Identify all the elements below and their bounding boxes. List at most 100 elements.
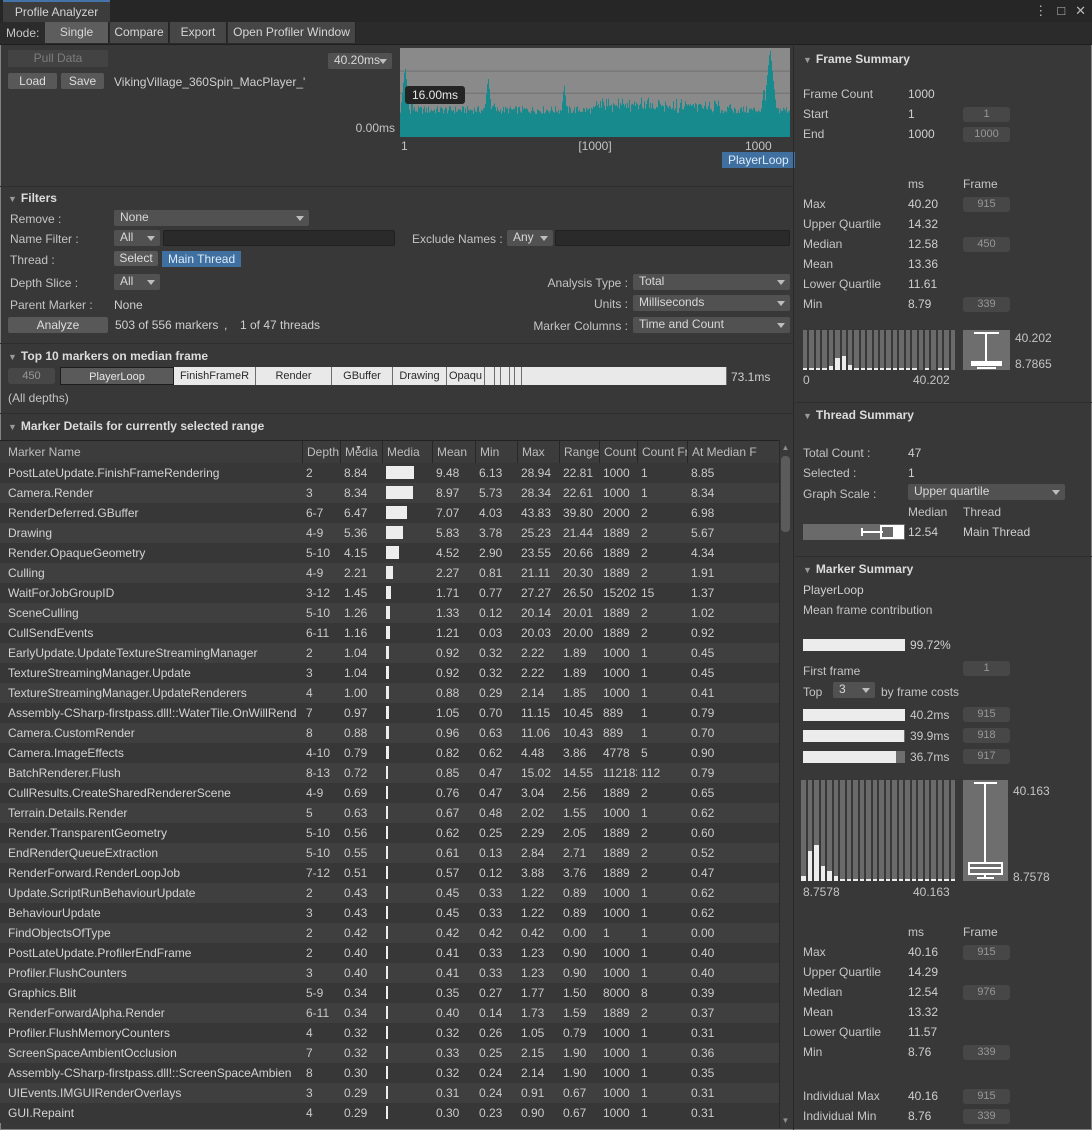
column-header[interactable]: Max: [517, 441, 559, 463]
marker-table-header[interactable]: Marker NameDepthMedia▼MediaMeanMinMaxRan…: [0, 440, 779, 464]
frame-badge[interactable]: 450: [963, 237, 1010, 252]
mode-export-button[interactable]: Export: [170, 22, 227, 43]
table-row[interactable]: Render.OpaqueGeometry5-104.154.522.9023.…: [0, 543, 779, 563]
units-dropdown[interactable]: Milliseconds: [633, 295, 790, 311]
remove-dropdown[interactable]: None: [114, 210, 309, 226]
table-row[interactable]: GUI.Repaint40.290.300.230.900.67100010.3…: [0, 1103, 779, 1123]
scrollbar-thumb[interactable]: [781, 456, 790, 532]
thread-name[interactable]: Main Thread: [963, 525, 1030, 539]
top10-segment[interactable]: GBuffer: [332, 367, 393, 385]
table-row[interactable]: Terrain.Details.Render50.630.670.482.021…: [0, 803, 779, 823]
table-row[interactable]: TextureStreamingManager.Update31.040.920…: [0, 663, 779, 683]
kebab-menu-icon[interactable]: ⋮: [1034, 3, 1047, 19]
frame-summary-header[interactable]: ▼Frame Summary: [803, 52, 910, 66]
frame-badge[interactable]: 917: [963, 749, 1010, 764]
top10-segment[interactable]: Drawing: [393, 367, 447, 385]
table-row[interactable]: UIEvents.IMGUIRenderOverlays30.290.310.2…: [0, 1083, 779, 1103]
graph-scale-dropdown[interactable]: Upper quartile: [908, 484, 1065, 500]
frame-badge[interactable]: 339: [963, 1045, 1010, 1060]
table-row[interactable]: FindObjectsOfType20.420.420.420.420.0011…: [0, 923, 779, 943]
column-header[interactable]: Marker Name: [0, 441, 302, 463]
table-row[interactable]: PostLateUpdate.FinishFrameRendering28.84…: [0, 463, 779, 483]
table-row[interactable]: Culling4-92.212.270.8121.1120.30188921.9…: [0, 563, 779, 583]
thread-range-graph[interactable]: [803, 524, 905, 540]
frame-badge[interactable]: 976: [963, 985, 1010, 1000]
table-row[interactable]: Camera.Render38.348.975.7328.3422.611000…: [0, 483, 779, 503]
top10-segment[interactable]: Opaqu: [447, 367, 485, 385]
frame-badge[interactable]: 1000: [963, 127, 1010, 142]
top10-segment[interactable]: PlayerLoop: [60, 367, 174, 385]
table-row[interactable]: RenderDeferred.GBuffer6-76.477.074.0343.…: [0, 503, 779, 523]
frame-badge[interactable]: 915: [963, 707, 1010, 722]
first-frame-badge[interactable]: 1: [963, 661, 1010, 676]
name-filter-input[interactable]: [163, 230, 395, 246]
table-row[interactable]: SceneCulling5-101.261.330.1220.1420.0118…: [0, 603, 779, 623]
table-row[interactable]: RenderForward.RenderLoopJob7-120.510.570…: [0, 863, 779, 883]
column-header[interactable]: Count: [599, 441, 637, 463]
table-row[interactable]: PostLateUpdate.ProfilerEndFrame20.400.41…: [0, 943, 779, 963]
column-header[interactable]: Min: [475, 441, 517, 463]
chart-selection-tag[interactable]: PlayerLoop: [722, 152, 795, 168]
close-icon[interactable]: ✕: [1075, 3, 1086, 19]
column-header[interactable]: Mean: [432, 441, 475, 463]
table-row[interactable]: EarlyUpdate.UpdateTextureStreamingManage…: [0, 643, 779, 663]
table-row[interactable]: Camera.ImageEffects4-100.790.820.624.483…: [0, 743, 779, 763]
frame-badge[interactable]: 1: [963, 107, 1010, 122]
column-header[interactable]: Count Fra: [637, 441, 687, 463]
table-row[interactable]: Drawing4-95.365.833.7825.2321.44188925.6…: [0, 523, 779, 543]
table-row[interactable]: Update.ScriptRunBehaviourUpdate20.430.45…: [0, 883, 779, 903]
mode-compare-button[interactable]: Compare: [110, 22, 169, 43]
scroll-up-icon[interactable]: ▲: [779, 443, 792, 452]
frame-time-histogram[interactable]: [803, 330, 955, 370]
save-button[interactable]: Save: [61, 73, 104, 89]
name-filter-mode-dropdown[interactable]: All: [114, 230, 160, 246]
marker-columns-dropdown[interactable]: Time and Count: [633, 317, 790, 333]
table-row[interactable]: Camera.CustomRender80.880.960.6311.0610.…: [0, 723, 779, 743]
marker-details-header[interactable]: ▼Marker Details for currently selected r…: [8, 419, 264, 433]
filters-section-header[interactable]: ▼Filters: [8, 191, 57, 205]
table-row[interactable]: EndRenderQueueExtraction5-100.550.610.13…: [0, 843, 779, 863]
top10-section-header[interactable]: ▼Top 10 markers on median frame: [8, 349, 208, 363]
table-row[interactable]: Assembly-CSharp-firstpass.dll!::ScreenSp…: [0, 1063, 779, 1083]
thread-summary-header[interactable]: ▼Thread Summary: [803, 408, 914, 422]
column-header[interactable]: Media: [382, 441, 432, 463]
top10-segment[interactable]: [515, 367, 522, 385]
column-header[interactable]: Depth: [302, 441, 340, 463]
column-header[interactable]: Range: [559, 441, 599, 463]
table-row[interactable]: WaitForJobGroupID3-121.451.710.7727.2726…: [0, 583, 779, 603]
tab-profile-analyzer[interactable]: Profile Analyzer: [3, 0, 110, 24]
top10-segment[interactable]: [522, 367, 727, 385]
analyze-button[interactable]: Analyze: [8, 317, 108, 333]
range-scale-dropdown[interactable]: 40.20ms: [328, 53, 392, 69]
frame-badge[interactable]: 339: [963, 1109, 1010, 1124]
scroll-down-icon[interactable]: ▼: [779, 1116, 792, 1125]
top10-segment[interactable]: Render: [256, 367, 332, 385]
frame-badge[interactable]: 915: [963, 945, 1010, 960]
table-row[interactable]: CullResults.CreateSharedRendererScene4-9…: [0, 783, 779, 803]
maximize-icon[interactable]: □: [1057, 3, 1065, 19]
exclude-mode-dropdown[interactable]: Any: [507, 230, 553, 246]
table-row[interactable]: TextureStreamingManager.UpdateRenderers4…: [0, 683, 779, 703]
frame-badge[interactable]: 915: [963, 197, 1010, 212]
depth-slice-dropdown[interactable]: All: [114, 274, 160, 290]
analysis-type-dropdown[interactable]: Total: [633, 274, 790, 290]
table-scrollbar[interactable]: [779, 440, 793, 1128]
table-row[interactable]: CullSendEvents6-111.161.210.0320.0320.00…: [0, 623, 779, 643]
table-row[interactable]: Assembly-CSharp-firstpass.dll!::WaterTil…: [0, 703, 779, 723]
mode-single-button[interactable]: Single: [45, 22, 109, 43]
pull-data-button[interactable]: Pull Data: [8, 50, 108, 67]
frame-boxplot[interactable]: [963, 330, 1010, 370]
table-row[interactable]: BehaviourUpdate30.430.450.331.220.891000…: [0, 903, 779, 923]
frame-badge[interactable]: 339: [963, 297, 1010, 312]
exclude-names-input[interactable]: [555, 230, 790, 246]
table-row[interactable]: ScreenSpaceAmbientOcclusion70.320.330.25…: [0, 1043, 779, 1063]
marker-histogram[interactable]: [801, 780, 955, 881]
open-profiler-window-button[interactable]: Open Profiler Window: [228, 22, 356, 43]
table-row[interactable]: Profiler.FlushCounters30.400.410.331.230…: [0, 963, 779, 983]
table-row[interactable]: Render.TransparentGeometry5-100.560.620.…: [0, 823, 779, 843]
column-header[interactable]: At Median F: [687, 441, 762, 463]
marker-boxplot[interactable]: [963, 780, 1008, 881]
table-row[interactable]: Graphics.Blit5-90.340.350.271.771.508000…: [0, 983, 779, 1003]
top10-segment[interactable]: FinishFrameR: [174, 367, 256, 385]
column-header[interactable]: Media▼: [340, 441, 382, 463]
